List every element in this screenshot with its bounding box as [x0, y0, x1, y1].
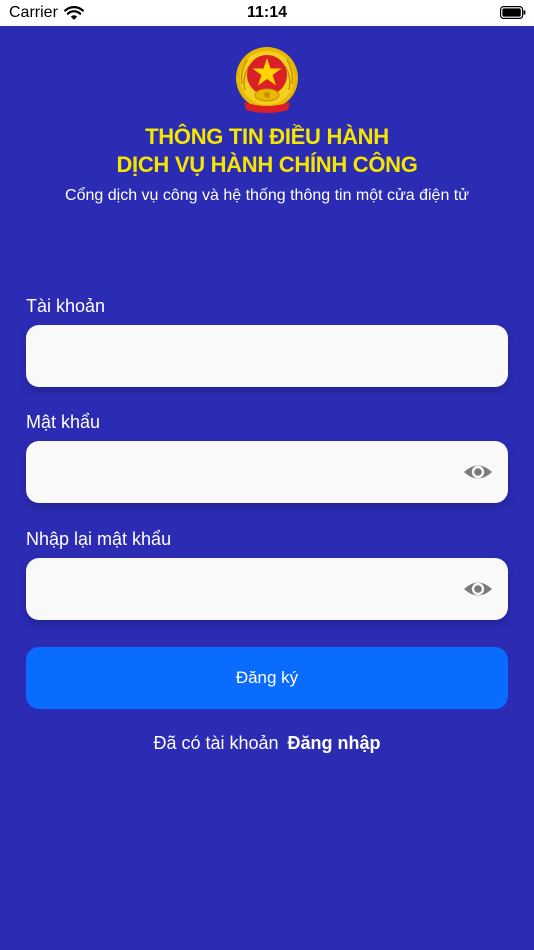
password-input[interactable] [40, 441, 464, 505]
username-input[interactable] [40, 325, 464, 389]
national-emblem-icon [236, 47, 298, 113]
login-prompt-text: Đã có tài khoản [153, 733, 279, 753]
app-subtitle: Cổng dịch vụ công và hệ thống thông tin … [65, 187, 469, 204]
confirm-password-input[interactable] [40, 558, 464, 622]
register-button[interactable]: Đăng ký [26, 647, 508, 709]
password-field[interactable] [26, 441, 508, 505]
app-title-line-1: THÔNG TIN ĐIỀU HÀNH [145, 124, 389, 149]
status-bar: Carrier 11:14 [0, 0, 534, 26]
username-label: Tài khoản [26, 296, 106, 316]
username-field[interactable] [26, 325, 508, 389]
app-title-line-2: DỊCH VỤ HÀNH CHÍNH CÔNG [116, 152, 418, 177]
password-label: Mật khẩu [26, 412, 101, 432]
login-prompt-row: Đã có tài khoản Đăng nhập [0, 733, 534, 754]
eye-icon[interactable] [463, 458, 493, 486]
confirm-password-field[interactable] [26, 558, 508, 622]
login-link[interactable]: Đăng nhập [288, 733, 381, 753]
confirm-password-label: Nhập lại mật khẩu [26, 529, 172, 549]
eye-icon[interactable] [463, 575, 493, 603]
battery-icon [500, 6, 526, 19]
status-time: 11:14 [246, 4, 288, 21]
